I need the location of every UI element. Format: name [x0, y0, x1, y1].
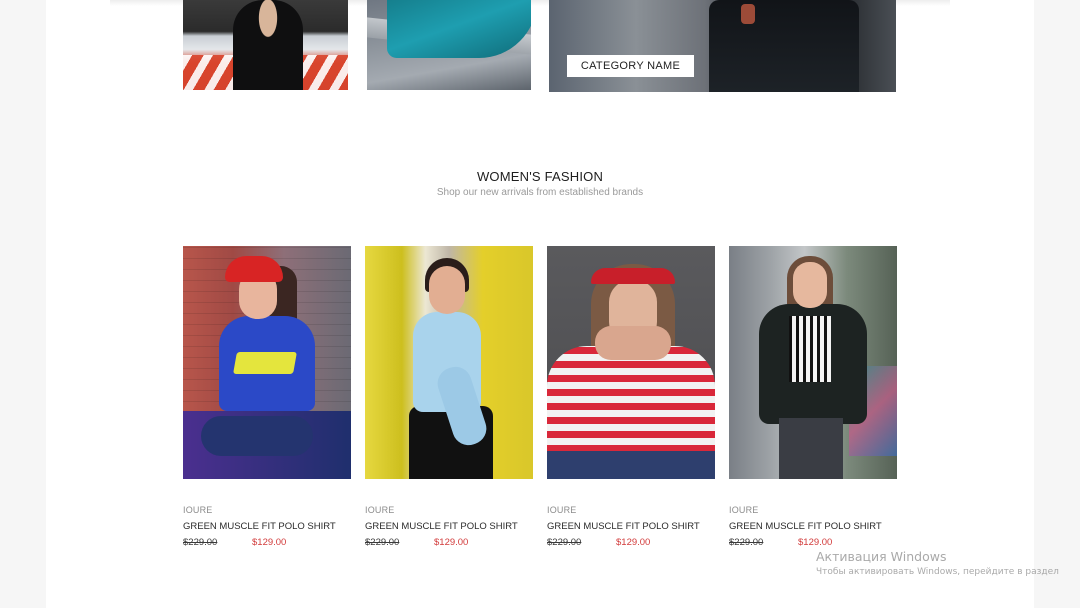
- product-name[interactable]: GREEN MUSCLE FIT POLO SHIRT: [729, 521, 882, 532]
- category-name-button[interactable]: CATEGORY NAME: [567, 55, 694, 77]
- product-card[interactable]: IOURE GREEN MUSCLE FIT POLO SHIRT $229.0…: [547, 246, 715, 556]
- product-price: $129.00: [616, 537, 651, 548]
- model-figure: [709, 0, 859, 92]
- model-figure: [233, 0, 303, 90]
- legs: [201, 416, 313, 456]
- category-tile-woman-teal-dress[interactable]: [367, 0, 531, 90]
- product-price: $129.00: [798, 537, 833, 548]
- product-card[interactable]: IOURE GREEN MUSCLE FIT POLO SHIRT $229.0…: [729, 246, 897, 556]
- head: [429, 266, 465, 314]
- product-old-price: $229.00: [547, 537, 582, 548]
- product-brand: IOURE: [183, 505, 213, 515]
- product-card[interactable]: IOURE GREEN MUSCLE FIT POLO SHIRT $229.0…: [365, 246, 533, 556]
- section-subtitle: Shop our new arrivals from established b…: [436, 187, 644, 198]
- product-image[interactable]: [729, 246, 897, 479]
- head: [793, 262, 827, 308]
- product-brand: IOURE: [365, 505, 395, 515]
- product-name[interactable]: GREEN MUSCLE FIT POLO SHIRT: [547, 521, 700, 532]
- product-image[interactable]: [547, 246, 715, 479]
- product-card[interactable]: IOURE GREEN MUSCLE FIT POLO SHIRT $229.0…: [183, 246, 351, 556]
- striped-top: [547, 346, 715, 466]
- headband: [591, 268, 675, 284]
- section-title: WOMEN'S FASHION: [476, 169, 604, 184]
- jeans: [779, 418, 843, 479]
- red-cap: [225, 256, 283, 282]
- product-old-price: $229.00: [183, 537, 218, 548]
- product-old-price: $229.00: [729, 537, 764, 548]
- product-name[interactable]: GREEN MUSCLE FIT POLO SHIRT: [183, 521, 336, 532]
- jeans: [547, 451, 715, 479]
- product-brand: IOURE: [547, 505, 577, 515]
- category-banner[interactable]: CATEGORY NAME: [549, 0, 896, 92]
- product-price: $129.00: [252, 537, 287, 548]
- shirt-print: [233, 352, 297, 374]
- product-image[interactable]: [183, 246, 351, 479]
- category-tile-woman-black-top[interactable]: [183, 0, 348, 90]
- model-figure: [387, 0, 531, 58]
- product-image[interactable]: [365, 246, 533, 479]
- product-brand: IOURE: [729, 505, 759, 515]
- watch-detail: [741, 4, 755, 24]
- hands: [595, 326, 671, 360]
- product-name[interactable]: GREEN MUSCLE FIT POLO SHIRT: [365, 521, 518, 532]
- striped-shirt: [789, 316, 831, 382]
- product-price: $129.00: [434, 537, 469, 548]
- product-old-price: $229.00: [365, 537, 400, 548]
